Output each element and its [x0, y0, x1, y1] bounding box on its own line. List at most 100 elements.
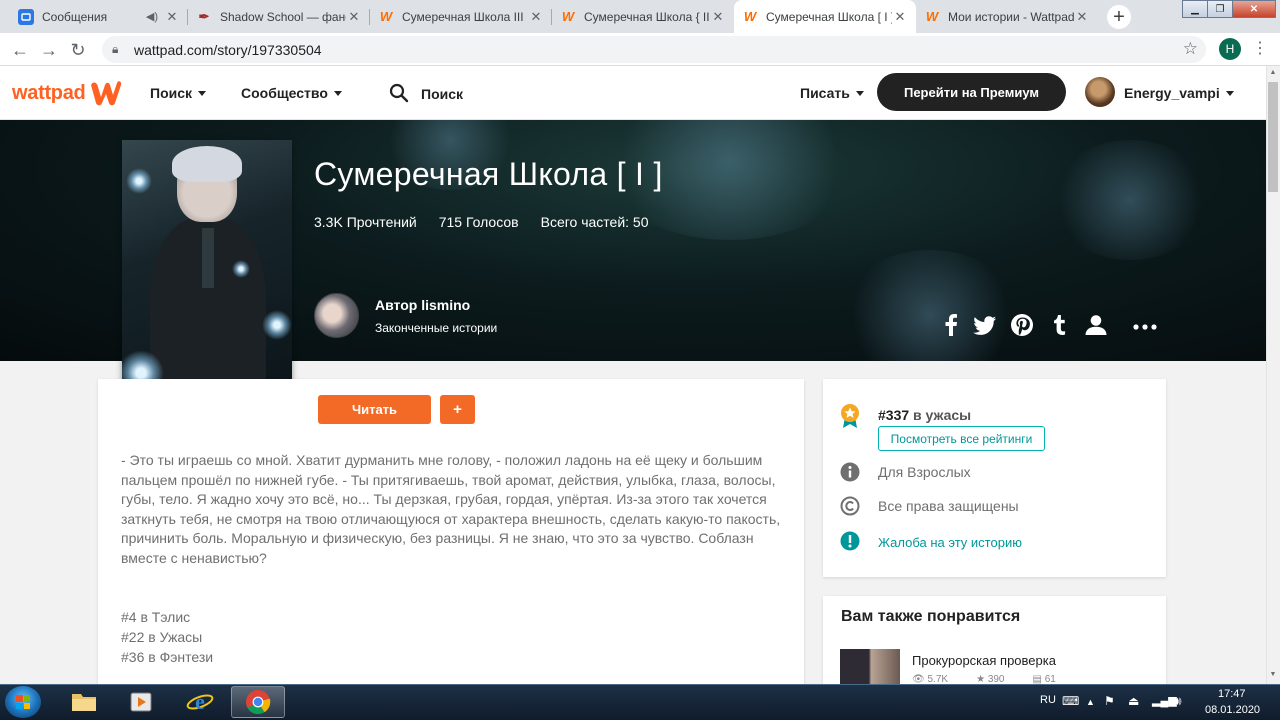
- scroll-down-arrow[interactable]: ▼: [1266, 668, 1280, 682]
- wattpad-icon: W: [743, 9, 757, 24]
- mature-label: Для Взрослых: [878, 464, 971, 480]
- twitter-icon[interactable]: [972, 312, 998, 338]
- chevron-down-icon: [198, 90, 207, 96]
- volume-icon[interactable]: 🔊︎: [1174, 694, 1182, 709]
- recommendations-heading: Вам также понравится: [841, 608, 1021, 625]
- close-icon[interactable]: ✕: [710, 9, 726, 25]
- usb-device-icon[interactable]: ⏏: [1128, 694, 1139, 708]
- wattpad-logo[interactable]: wattpad: [12, 79, 123, 107]
- close-icon[interactable]: ✕: [346, 9, 362, 25]
- read-button[interactable]: Читать: [318, 395, 431, 424]
- more-options-icon[interactable]: [1132, 312, 1158, 338]
- chrome-taskbar-button[interactable]: [231, 686, 285, 718]
- chevron-down-icon: [333, 90, 342, 96]
- story-cover-image[interactable]: [122, 140, 292, 404]
- messages-icon: [18, 8, 34, 25]
- back-icon[interactable]: ←: [9, 39, 31, 61]
- window-close-button[interactable]: ✕: [1232, 0, 1276, 18]
- premium-button[interactable]: Перейти на Премиум: [877, 73, 1066, 111]
- nav-community-label: Сообщество: [241, 85, 328, 101]
- scroll-up-arrow[interactable]: ▲: [1266, 66, 1280, 80]
- votes-count: 715 Голосов: [438, 214, 519, 230]
- svg-text:e: e: [195, 689, 205, 714]
- forward-icon[interactable]: →: [38, 39, 60, 61]
- maximize-button[interactable]: ❐: [1207, 0, 1233, 18]
- new-tab-button[interactable]: +: [1107, 5, 1131, 29]
- ie-taskbar-button[interactable]: e: [173, 686, 227, 718]
- pinterest-icon[interactable]: [1009, 312, 1035, 338]
- language-indicator[interactable]: RU: [1040, 694, 1056, 706]
- facebook-icon[interactable]: [938, 312, 964, 338]
- url-field[interactable]: 🔒︎ wattpad.com/story/197330504 ☆: [102, 36, 1206, 63]
- close-icon[interactable]: ✕: [1074, 9, 1090, 25]
- author-name[interactable]: Автор lismino: [375, 297, 470, 313]
- story-description: - Это ты играешь со мной. Хватит дурмани…: [121, 452, 781, 566]
- browser-tab[interactable]: Сообщения ◀) ✕: [10, 0, 188, 33]
- story-stats: 3.3K Прочтений 715 Голосов Всего частей:…: [314, 214, 671, 230]
- windows-logo-icon: [16, 695, 30, 709]
- close-icon[interactable]: ✕: [892, 9, 908, 25]
- story-status: Законченные истории: [375, 321, 498, 335]
- tab-title: Сумеречная Школа III ·: [402, 9, 528, 24]
- browser-tab-active[interactable]: W Сумеречная Школа [ I ] ✕: [734, 0, 916, 33]
- speaker-icon[interactable]: ◀): [146, 10, 158, 23]
- media-player-icon: [130, 692, 152, 712]
- rank-number: #337: [878, 407, 910, 423]
- write-dropdown[interactable]: Писать: [800, 85, 864, 101]
- browser-tab[interactable]: W Мои истории - Wattpad ✕: [916, 0, 1098, 33]
- minimize-button[interactable]: ▁: [1182, 0, 1208, 18]
- ranking-badge-icon: [841, 404, 859, 428]
- close-icon[interactable]: ✕: [528, 9, 544, 25]
- reload-icon[interactable]: ↻: [67, 39, 89, 61]
- start-button[interactable]: [5, 686, 41, 718]
- author-avatar[interactable]: [314, 293, 359, 338]
- wattpad-icon: W: [925, 9, 939, 24]
- tag-item: #22 в Ужасы: [121, 628, 203, 645]
- rec-cover-image[interactable]: [840, 649, 900, 689]
- browser-tab[interactable]: ✒ Shadow School — фанфик ✕: [188, 0, 370, 33]
- copyright-label: Все права защищены: [878, 498, 1019, 514]
- tab-title: Сообщения: [42, 9, 108, 24]
- tab-title: Сумеречная Школа [ I ]: [766, 9, 892, 24]
- wattpad-w-icon: [91, 81, 122, 106]
- report-story-link[interactable]: Жалоба на эту историю: [878, 535, 1022, 550]
- tumblr-icon[interactable]: [1047, 312, 1073, 338]
- browser-tab-bar: Сообщения ◀) ✕ ✒ Shadow School — фанфик …: [0, 0, 1280, 33]
- profile-avatar[interactable]: H: [1219, 38, 1241, 60]
- clock-date[interactable]: 08.01.2020: [1205, 704, 1260, 716]
- bookmark-star-icon[interactable]: ☆: [1183, 39, 1198, 59]
- username: Energy_vampi: [1124, 85, 1220, 101]
- clock-time[interactable]: 17:47: [1218, 688, 1246, 700]
- search-input[interactable]: Поиск: [421, 86, 463, 102]
- explorer-taskbar-button[interactable]: [57, 686, 111, 718]
- keyboard-icon[interactable]: ⌨: [1062, 694, 1079, 708]
- user-menu[interactable]: Energy_vampi: [1124, 85, 1234, 101]
- avatar[interactable]: [1085, 77, 1115, 107]
- network-signal-icon[interactable]: ▂▄▆: [1152, 694, 1177, 707]
- rec-story-title[interactable]: Прокурорская проверка: [912, 653, 1056, 668]
- tag-item: #4 в Тэлис: [121, 609, 191, 625]
- address-bar: ← → ↻ 🔒︎ wattpad.com/story/197330504 ☆: [0, 33, 1280, 66]
- media-player-taskbar-button[interactable]: [114, 686, 168, 718]
- scrollbar-thumb[interactable]: [1268, 82, 1278, 192]
- internet-explorer-icon: e: [186, 689, 214, 714]
- tab-title: Мои истории - Wattpad: [948, 9, 1074, 24]
- browser-menu-icon[interactable]: ⋮: [1252, 38, 1268, 60]
- show-hidden-icons-icon[interactable]: ▲: [1086, 697, 1095, 707]
- nav-community-dropdown[interactable]: Сообщество: [241, 85, 342, 101]
- tag-item: #36 в Фэнтези: [121, 648, 214, 665]
- user-share-icon[interactable]: [1083, 312, 1109, 338]
- nav-search-label: Поиск: [150, 85, 193, 101]
- view-all-ratings-button[interactable]: Посмотреть все рейтинги: [878, 426, 1045, 451]
- report-icon[interactable]: [840, 531, 860, 551]
- info-icon: [840, 462, 860, 482]
- flag-icon[interactable]: ⚑: [1104, 694, 1115, 708]
- add-to-library-button[interactable]: +: [440, 395, 475, 424]
- folder-icon: [72, 694, 96, 711]
- browser-tab[interactable]: W Сумеречная Школа III · ✕: [370, 0, 552, 33]
- search-icon[interactable]: [389, 83, 409, 103]
- close-icon[interactable]: ✕: [164, 9, 180, 25]
- parts-count: Всего частей: 50: [540, 214, 649, 230]
- nav-search-dropdown[interactable]: Поиск: [150, 85, 207, 101]
- browser-tab[interactable]: W Сумеречная Школа { II ✕: [552, 0, 734, 33]
